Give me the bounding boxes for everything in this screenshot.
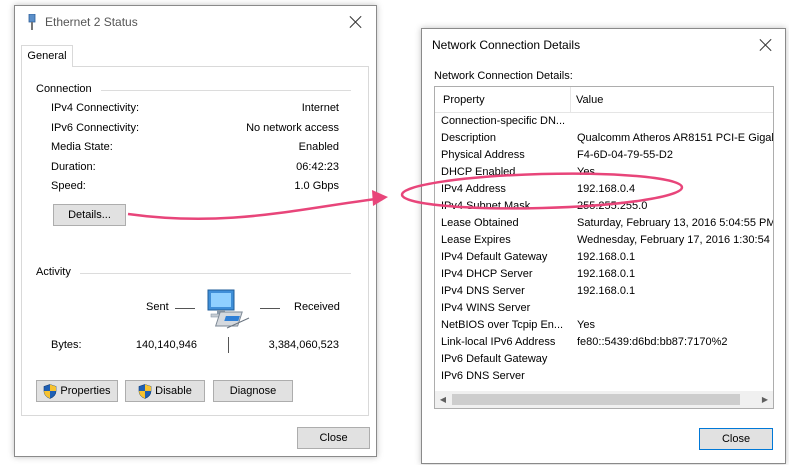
tab-general[interactable]: General bbox=[21, 45, 73, 67]
annotation-arrow-head bbox=[372, 190, 388, 206]
tab-general-label: General bbox=[27, 50, 67, 62]
annotation-highlight-ellipse bbox=[400, 172, 684, 210]
annotation-overlay bbox=[127, 172, 684, 221]
annotation-arrow-line bbox=[127, 196, 385, 221]
